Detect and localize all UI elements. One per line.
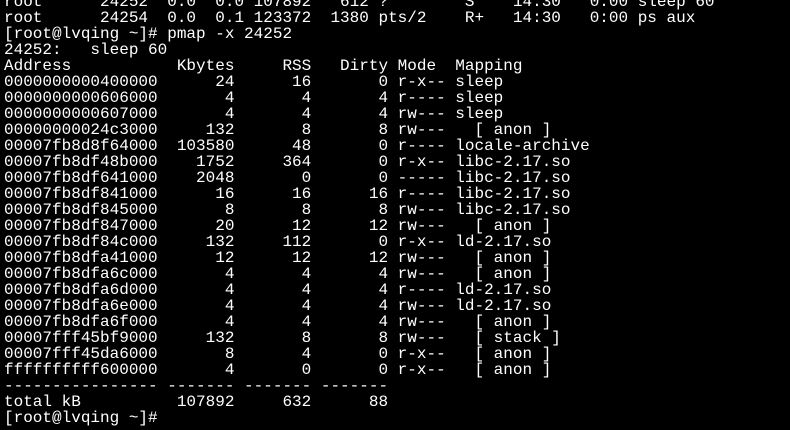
terminal-output: root 24252 0.0 0.0 107892 612 ? S 14:30 … xyxy=(4,0,790,426)
table-row: 00007fb8df84c000 132 112 0 r-x-- ld-2.17… xyxy=(4,233,552,251)
table-row: 0000000000400000 24 16 0 r-x-- sleep xyxy=(4,73,504,91)
table-row: 00007fb8dfa6e000 4 4 4 rw--- ld-2.17.so xyxy=(4,297,552,315)
table-row: 00000000024c3000 132 8 8 rw--- [ anon ] xyxy=(4,121,552,139)
table-header: Address Kbytes RSS Dirty Mode Mapping xyxy=(4,57,523,75)
table-row: 0000000000606000 4 4 4 r---- sleep xyxy=(4,89,504,107)
table-row: 00007fb8df847000 20 12 12 rw--- [ anon ] xyxy=(4,217,552,235)
shell-prompt[interactable]: [root@lvqing ~]# xyxy=(4,410,790,426)
terminal-line: root 24254 0.0 0.1 123372 1380 pts/2 R+ … xyxy=(4,9,696,27)
table-row: 00007fb8dfa6f000 4 4 4 rw--- [ anon ] xyxy=(4,313,552,331)
table-row: 00007fb8df841000 16 16 16 r---- libc-2.1… xyxy=(4,185,571,203)
terminal-line: 24252: sleep 60 xyxy=(4,41,168,59)
table-row: 00007fff45da6000 8 4 0 r-x-- [ anon ] xyxy=(4,345,552,363)
table-separator: ---------------- ------- ------- ------- xyxy=(4,377,389,395)
table-row: 00007fb8dfa41000 12 12 12 rw--- [ anon ] xyxy=(4,249,552,267)
terminal-window[interactable]: root 24252 0.0 0.0 107892 612 ? S 14:30 … xyxy=(0,0,790,430)
table-row: ffffffffff600000 4 0 0 r-x-- [ anon ] xyxy=(4,361,552,379)
table-row: 00007fb8dfa6c000 4 4 4 rw--- [ anon ] xyxy=(4,265,552,283)
table-row: 00007fb8df845000 8 8 8 rw--- libc-2.17.s… xyxy=(4,201,571,219)
table-total: total kB 107892 632 88 xyxy=(4,393,389,411)
table-row: 00007fb8dfa6d000 4 4 4 r---- ld-2.17.so xyxy=(4,281,552,299)
table-row: 00007fb8df641000 2048 0 0 ----- libc-2.1… xyxy=(4,169,571,187)
table-row: 0000000000607000 4 4 4 rw--- sleep xyxy=(4,105,504,123)
terminal-line: [root@lvqing ~]# pmap -x 24252 xyxy=(4,25,293,43)
table-row: 00007fff45bf9000 132 8 8 rw--- [ stack ] xyxy=(4,329,561,347)
table-row: 00007fb8d8f64000 103580 48 0 r---- local… xyxy=(4,137,590,155)
table-row: 00007fb8df48b000 1752 364 0 r-x-- libc-2… xyxy=(4,153,571,171)
